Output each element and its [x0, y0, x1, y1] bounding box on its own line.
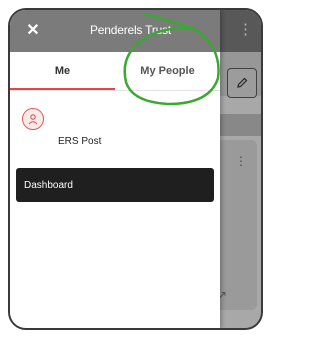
user-name: ERS Post — [58, 136, 102, 147]
close-icon[interactable]: ✕ — [24, 22, 42, 40]
tab-bar: Me My People — [10, 52, 220, 90]
brand-logo: Penderels Trust — [90, 23, 172, 37]
nav-item-label: Dashboard — [24, 179, 73, 191]
tab-divider — [10, 90, 220, 91]
drawer-header: ✕ Penderels Trust — [10, 10, 220, 52]
user-profile[interactable]: ERS Post — [22, 108, 101, 147]
tab-me[interactable]: Me — [10, 52, 115, 90]
phone-frame: ⋮ ⋮ ↗ ✕ Penderels Trust Me My People ERS… — [8, 8, 263, 330]
tab-my-people[interactable]: My People — [115, 52, 220, 90]
person-icon — [22, 108, 44, 130]
nav-item-dashboard[interactable]: Dashboard — [16, 168, 214, 202]
navigation-drawer: ✕ Penderels Trust Me My People ERS Post … — [10, 10, 220, 328]
